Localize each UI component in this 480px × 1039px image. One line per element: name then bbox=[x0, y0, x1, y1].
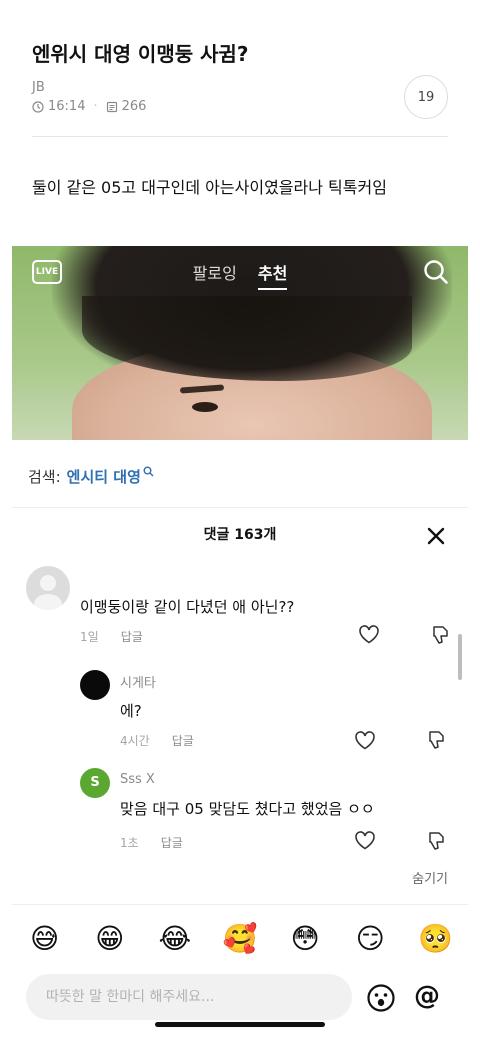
reply-button[interactable]: 답글 bbox=[161, 836, 183, 850]
video-eye bbox=[192, 402, 218, 412]
reply-button[interactable]: 답글 bbox=[172, 734, 194, 748]
mention-button[interactable]: @ bbox=[414, 981, 440, 1011]
avatar[interactable]: S bbox=[80, 768, 110, 798]
comment-count-button[interactable]: 19 bbox=[404, 75, 448, 119]
dislike-icon[interactable] bbox=[430, 624, 452, 646]
heart-icon[interactable] bbox=[354, 830, 376, 850]
post-title: 엔위시 대영 이맹둥 사귐? bbox=[32, 42, 249, 66]
search-suggestion: 검색: 엔시티 대영 bbox=[28, 466, 154, 487]
emoji-picker-icon[interactable] bbox=[366, 983, 396, 1013]
heart-icon[interactable] bbox=[358, 624, 380, 644]
views-icon bbox=[106, 101, 117, 112]
comment-meta: 4시간 답글 bbox=[120, 732, 194, 749]
comments-header: 댓글 163개 bbox=[203, 527, 277, 543]
comment-text: 맞음 대구 05 맞담도 쳤다고 했었음 ㅇㅇ bbox=[120, 800, 375, 818]
emoji-divider bbox=[12, 904, 468, 905]
post-meta: 16:14 · 266 bbox=[32, 99, 146, 114]
comment-meta: 1초 답글 bbox=[120, 834, 183, 851]
home-indicator[interactable] bbox=[155, 1022, 325, 1027]
post-views: 266 bbox=[121, 99, 147, 114]
tab-following[interactable]: 팔로잉 bbox=[193, 260, 237, 284]
feed-tabs: 팔로잉 추천 bbox=[12, 260, 468, 290]
sweat-smile-emoji-icon[interactable]: 😅 bbox=[27, 922, 63, 955]
search-term[interactable]: 엔시티 대영 bbox=[67, 468, 141, 486]
meta-separator: · bbox=[93, 99, 98, 114]
comment-author[interactable]: Sss X bbox=[120, 772, 155, 787]
search-suggestion-bar[interactable]: 검색: 엔시티 대영 bbox=[12, 440, 468, 508]
comment-input[interactable]: 따뜻한 말 한마디 해주세요... bbox=[26, 974, 352, 1020]
comment-time: 1일 bbox=[80, 630, 99, 644]
search-small-icon bbox=[143, 466, 154, 477]
author-name[interactable]: JB bbox=[32, 80, 45, 95]
avatar[interactable] bbox=[26, 566, 70, 610]
heart-icon[interactable] bbox=[354, 730, 376, 750]
embedded-screenshot: LIVE 팔로잉 추천 검색: 엔시티 대영 댓글 163개 이맹둥이랑 같이 다… bbox=[12, 246, 468, 1036]
grin-emoji-icon[interactable]: 😁 bbox=[92, 922, 128, 955]
smirk-emoji-icon[interactable]: 😏 bbox=[352, 922, 388, 955]
reply-button[interactable]: 답글 bbox=[121, 630, 143, 644]
post-body: 둘이 같은 05고 대구인데 아는사이였을라나 틱톡커임 bbox=[32, 178, 387, 197]
comment-text: 이맹둥이랑 같이 다녔던 애 아닌?? bbox=[80, 598, 295, 616]
search-icon[interactable] bbox=[422, 258, 450, 286]
comment-time: 1초 bbox=[120, 836, 139, 850]
comment-meta: 1일 답글 bbox=[80, 628, 143, 645]
pleading-emoji-icon[interactable]: 🥺 bbox=[417, 922, 453, 955]
flushed-emoji-icon[interactable]: 😳 bbox=[287, 922, 323, 955]
hearts-emoji-icon[interactable]: 🥰 bbox=[222, 922, 258, 955]
comment-text: 에? bbox=[120, 702, 142, 720]
joy-emoji-icon[interactable]: 😂 bbox=[157, 922, 193, 955]
avatar-letter: S bbox=[90, 775, 100, 790]
scrollbar[interactable] bbox=[458, 634, 462, 680]
clock-icon bbox=[32, 100, 44, 113]
comment-time: 4시간 bbox=[120, 734, 150, 748]
video-frame: LIVE 팔로잉 추천 bbox=[12, 246, 468, 440]
dislike-icon[interactable] bbox=[426, 729, 448, 751]
hide-replies-button[interactable]: 숨기기 bbox=[412, 868, 448, 887]
emoji-bar: 😅 😁 😂 🥰 😳 😏 🥺 bbox=[12, 916, 468, 960]
close-icon[interactable] bbox=[426, 526, 446, 546]
avatar[interactable] bbox=[80, 670, 110, 700]
header-divider bbox=[32, 136, 448, 137]
dislike-icon[interactable] bbox=[426, 830, 448, 852]
tab-recommended[interactable]: 추천 bbox=[257, 260, 288, 290]
post-time: 16:14 bbox=[48, 99, 86, 114]
search-label: 검색: bbox=[28, 468, 61, 486]
comment-author[interactable]: 시게타 bbox=[120, 672, 156, 691]
